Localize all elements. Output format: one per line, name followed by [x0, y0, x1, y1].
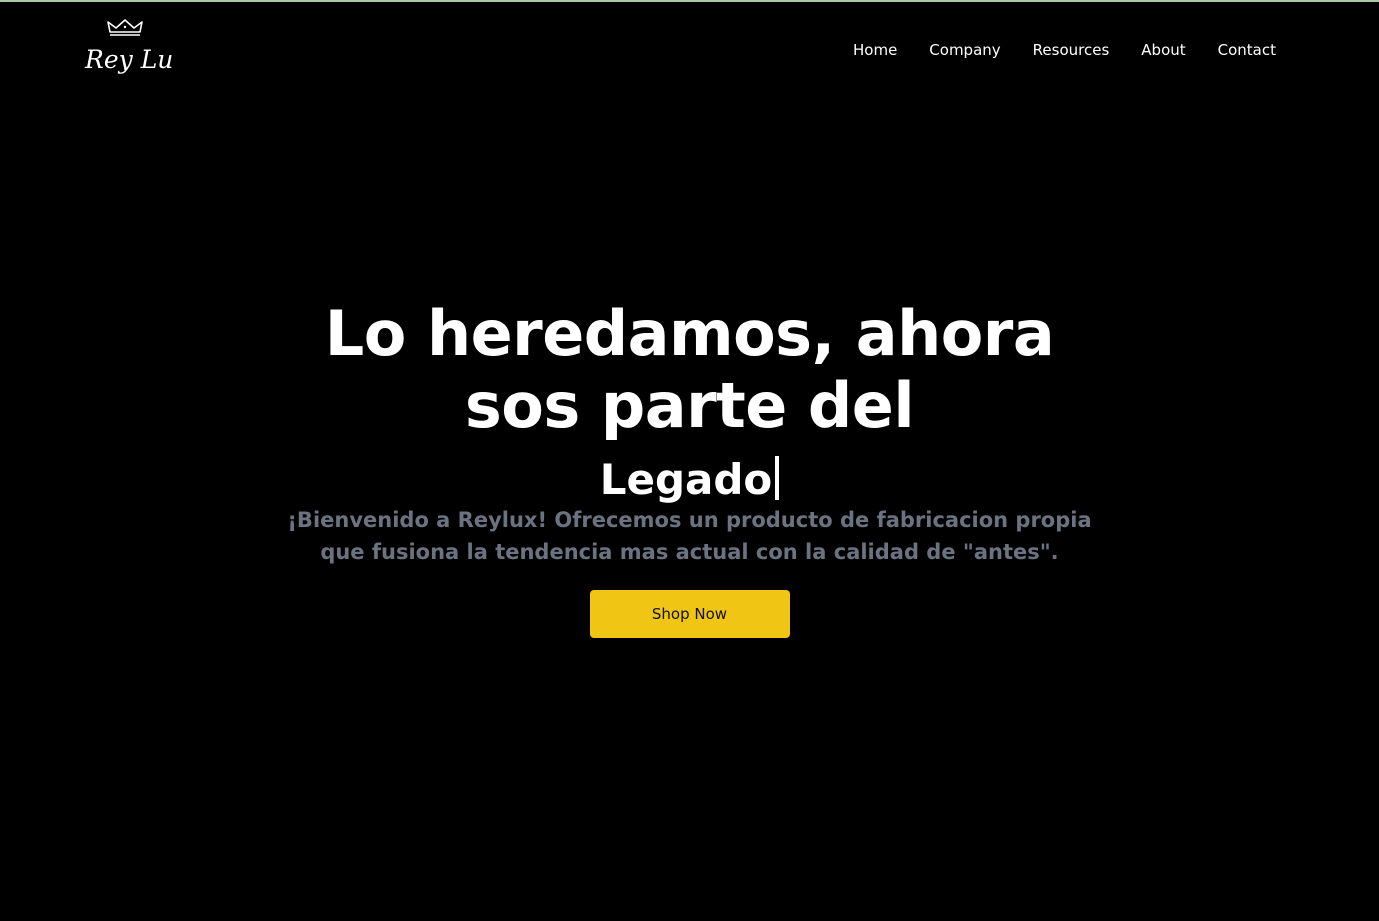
nav-company[interactable]: Company — [929, 38, 1000, 62]
hero-typed-line: Legado — [0, 456, 1379, 504]
hero-typed-word: Legado — [599, 455, 773, 504]
hero-subtitle: ¡Bienvenido a Reylux! Ofrecemos un produ… — [287, 508, 1092, 564]
nav-resources[interactable]: Resources — [1033, 38, 1110, 62]
crown-icon: Rey Lux — [84, 19, 172, 74]
top-border — [0, 0, 1379, 2]
logo-wordmark: Rey Lux — [84, 45, 172, 74]
hero-title: Lo heredamos, ahora sos parte del — [324, 297, 1055, 442]
nav-home[interactable]: Home — [853, 38, 897, 62]
typing-cursor — [775, 456, 780, 500]
nav-about[interactable]: About — [1141, 38, 1185, 62]
main-nav: Home Company Resources About Contact — [821, 38, 1276, 62]
nav-contact[interactable]: Contact — [1218, 38, 1276, 62]
shop-now-button[interactable]: Shop Now — [589, 590, 790, 638]
brand-logo[interactable]: Rey Lux — [80, 18, 172, 80]
hero-section: Lo heredamos, ahora sos parte del Legado… — [0, 298, 1379, 638]
